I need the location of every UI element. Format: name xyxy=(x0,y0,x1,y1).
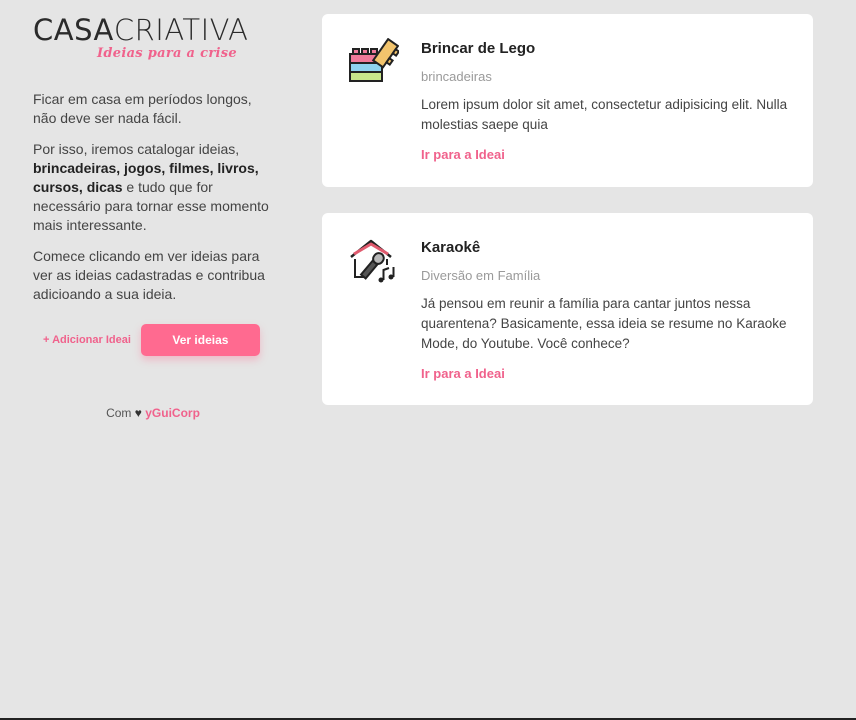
card-link[interactable]: Ir para a Ideai xyxy=(421,147,505,162)
card-category: brincadeiras xyxy=(421,69,492,84)
card-description: Já pensou em reunir a família para canta… xyxy=(421,296,787,351)
card-title: Brincar de Lego xyxy=(421,40,536,57)
sidebar: CASACRIATIVA Ideias para a crise Ficar e… xyxy=(33,16,273,421)
idea-card: Brincar de Lego brincadeiras Lorem ipsum… xyxy=(322,14,813,187)
intro-text: Ficar em casa em períodos longos, não de… xyxy=(33,90,273,304)
intro-paragraph-1: Ficar em casa em períodos longos, não de… xyxy=(33,91,252,126)
logo-title: CASACRIATIVA xyxy=(33,16,273,45)
card-title: Karaokê xyxy=(421,239,481,256)
logo-tagline: Ideias para a crise xyxy=(97,46,237,61)
card-body: Karaokê Diversão em Família Já pensou em… xyxy=(421,239,793,383)
credit-corp-link[interactable]: yGuiCorp xyxy=(145,406,200,420)
page: CASACRIATIVA Ideias para a crise Ficar e… xyxy=(0,0,856,720)
intro-paragraph-2-start: Por isso, iremos catalogar ideias, xyxy=(33,141,240,157)
card-link[interactable]: Ir para a Ideai xyxy=(421,366,505,381)
credit-prefix: Com xyxy=(106,406,132,420)
heart-icon: ♥ xyxy=(134,406,142,420)
view-ideas-button[interactable]: Ver ideias xyxy=(140,324,260,356)
logo: CASACRIATIVA Ideias para a crise xyxy=(33,16,273,61)
idea-card: Karaokê Diversão em Família Já pensou em… xyxy=(322,213,813,405)
logo-title-thin: CRIATIVA xyxy=(113,13,249,47)
card-body: Brincar de Lego brincadeiras Lorem ipsum… xyxy=(421,40,793,164)
sidebar-actions: + Adicionar Ideai Ver ideias xyxy=(43,324,273,356)
intro-paragraph-3: Comece clicando em ver ideias para ver a… xyxy=(33,248,265,302)
karaoke-icon xyxy=(347,237,399,289)
logo-title-bold: CASA xyxy=(33,13,114,47)
lego-icon xyxy=(347,37,401,90)
footer-credit: Com ♥ yGuiCorp xyxy=(33,406,273,420)
card-category: Diversão em Família xyxy=(421,268,541,283)
card-description: Lorem ipsum dolor sit amet, consectetur … xyxy=(421,97,788,132)
intro-paragraph-2: Por isso, iremos catalogar ideias, brinc… xyxy=(33,140,273,235)
add-idea-link[interactable]: + Adicionar Ideai xyxy=(43,334,131,346)
